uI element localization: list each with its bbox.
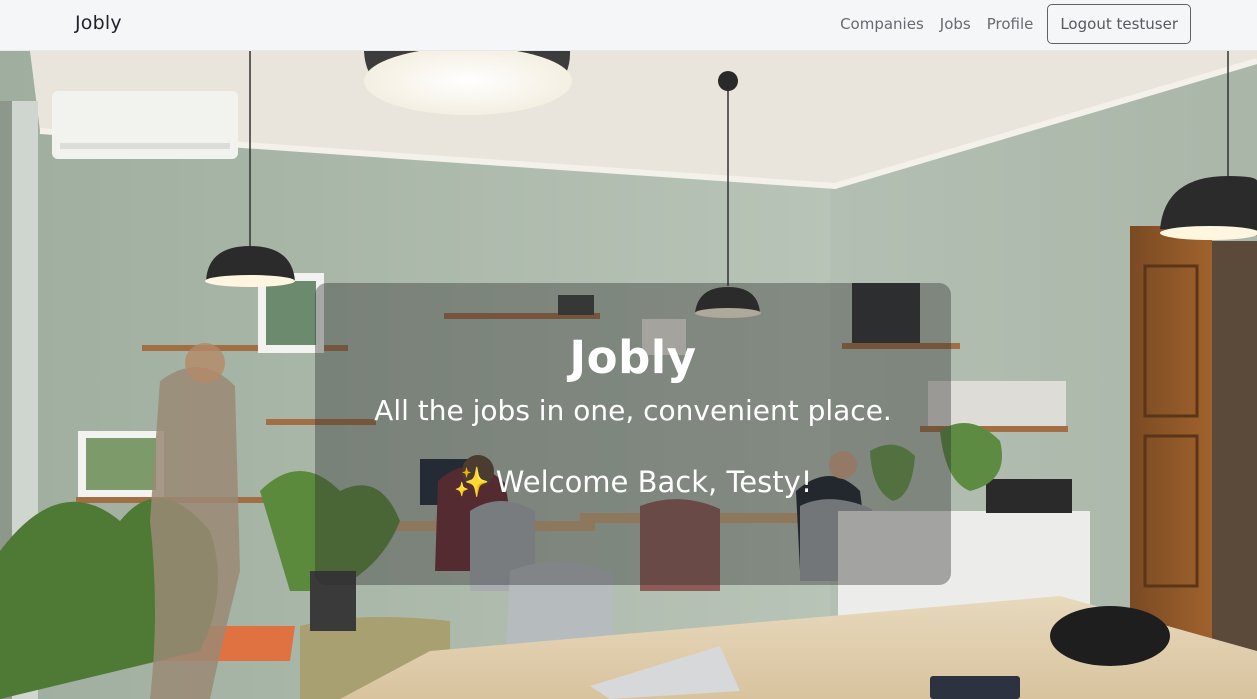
hero-tagline: All the jobs in one, convenient place. xyxy=(374,394,892,427)
hero-overlay-panel: Jobly All the jobs in one, convenient pl… xyxy=(315,283,951,585)
logout-button[interactable]: Logout testuser xyxy=(1047,4,1191,44)
nav-link-jobs[interactable]: Jobs xyxy=(932,5,979,43)
sparkles-icon: ✨ xyxy=(453,465,490,499)
hero-section: Jobly All the jobs in one, convenient pl… xyxy=(0,51,1257,699)
nav-link-companies[interactable]: Companies xyxy=(832,5,932,43)
welcome-text: Welcome Back, Testy! xyxy=(495,465,813,499)
nav-links: Companies Jobs Profile Logout testuser xyxy=(832,4,1191,44)
brand-logo-link[interactable]: Jobly xyxy=(75,12,122,34)
navbar: Jobly Companies Jobs Profile Logout test… xyxy=(0,0,1257,51)
welcome-message: ✨ Welcome Back, Testy! xyxy=(315,463,951,501)
hero-title: Jobly xyxy=(569,331,697,384)
nav-link-profile[interactable]: Profile xyxy=(979,5,1042,43)
